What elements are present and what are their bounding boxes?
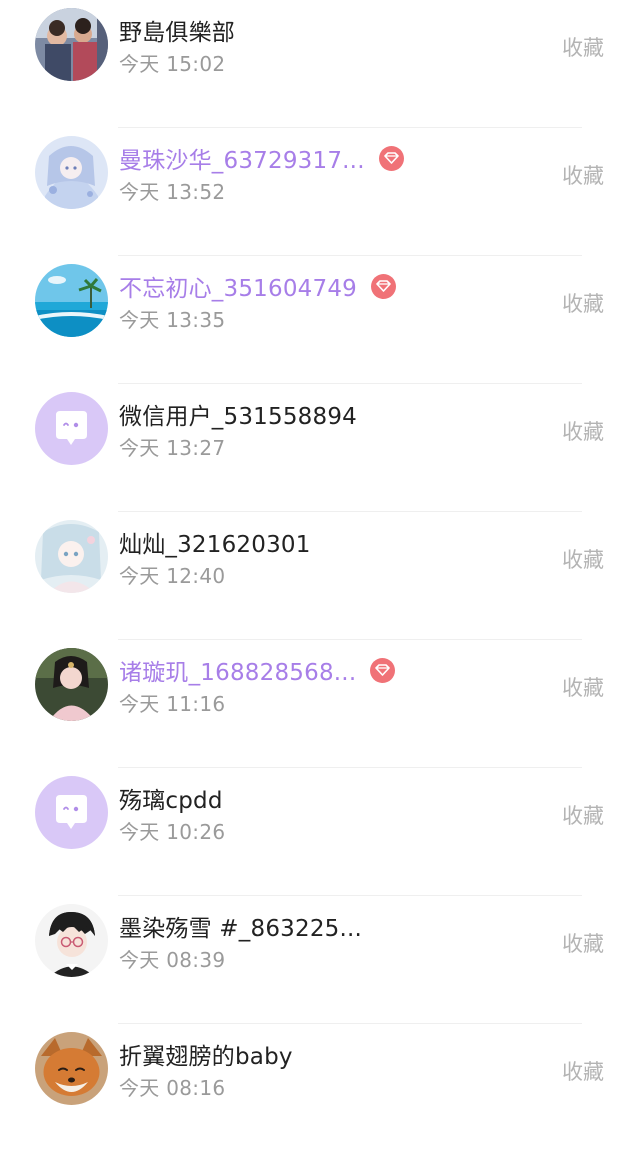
avatar[interactable] — [35, 264, 108, 337]
list-item[interactable]: 诸璇玑_168828568... 今天 11:16 收藏 — [0, 640, 640, 768]
contact-name: 诸璇玑_168828568... — [119, 660, 357, 686]
vip-diamond-icon — [371, 273, 396, 299]
visit-time: 今天 13:27 — [119, 436, 226, 460]
visit-time: 今天 12:40 — [119, 564, 226, 588]
avatar[interactable] — [35, 136, 108, 209]
contact-name: 灿灿_321620301 — [119, 532, 311, 558]
list-item[interactable]: 墨染殇雪 #_863225... 今天 08:39 收藏 — [0, 896, 640, 1024]
visit-time: 今天 11:16 — [119, 692, 226, 716]
list-item[interactable]: 折翼翅膀的baby 今天 08:16 收藏 — [0, 1024, 640, 1152]
visit-time: 今天 13:35 — [119, 308, 226, 332]
contact-name: 野島俱樂部 — [119, 20, 235, 46]
visit-time: 今天 08:16 — [119, 1076, 226, 1100]
collect-button[interactable]: 收藏 — [562, 800, 604, 830]
contact-name: 折翼翅膀的baby — [119, 1044, 293, 1070]
collect-button[interactable]: 收藏 — [562, 928, 604, 958]
collect-button[interactable]: 收藏 — [562, 160, 604, 190]
contact-name: 殇璃cpdd — [119, 788, 223, 814]
contact-name: 墨染殇雪 #_863225... — [119, 916, 363, 942]
collect-button[interactable]: 收藏 — [562, 288, 604, 318]
visit-time: 今天 08:39 — [119, 948, 226, 972]
collect-button[interactable]: 收藏 — [562, 32, 604, 62]
list-item[interactable]: 曼珠沙华_63729317... 今天 13:52 收藏 — [0, 128, 640, 256]
avatar[interactable] — [35, 776, 108, 849]
vip-diamond-icon — [370, 657, 396, 683]
avatar[interactable] — [35, 520, 108, 593]
visit-time: 今天 13:52 — [119, 180, 226, 204]
avatar[interactable] — [35, 8, 108, 81]
avatar[interactable] — [35, 392, 108, 465]
collect-button[interactable]: 收藏 — [562, 544, 604, 574]
list-item[interactable]: 灿灿_321620301 今天 12:40 收藏 — [0, 512, 640, 640]
collect-button[interactable]: 收藏 — [562, 1056, 604, 1086]
contact-name: 曼珠沙华_63729317... — [119, 148, 365, 174]
list-item[interactable]: 殇璃cpdd 今天 10:26 收藏 — [0, 768, 640, 896]
visit-time: 今天 15:02 — [119, 52, 226, 76]
collect-button[interactable]: 收藏 — [562, 672, 604, 702]
collect-button[interactable]: 收藏 — [562, 416, 604, 446]
vip-diamond-icon — [378, 145, 404, 171]
list-item[interactable]: 野島俱樂部 今天 15:02 收藏 — [0, 0, 640, 128]
avatar[interactable] — [35, 904, 108, 977]
list-item[interactable]: 不忘初心_351604749 今天 13:35 收藏 — [0, 256, 640, 384]
contact-name: 不忘初心_351604749 — [119, 276, 357, 302]
contact-name: 微信用户_531558894 — [119, 404, 357, 430]
list-item[interactable]: 微信用户_531558894 今天 13:27 收藏 — [0, 384, 640, 512]
avatar[interactable] — [35, 1032, 108, 1105]
avatar[interactable] — [35, 648, 108, 721]
visit-time: 今天 10:26 — [119, 820, 226, 844]
